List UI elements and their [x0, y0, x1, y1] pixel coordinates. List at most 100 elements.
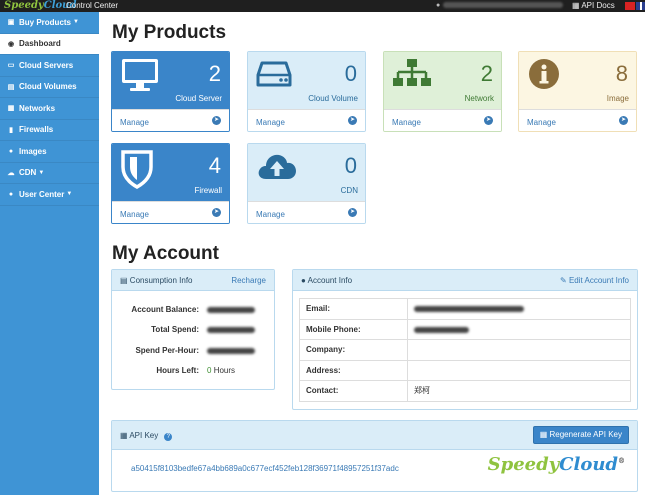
- arrow-right-icon: ➤: [212, 116, 221, 125]
- product-count: 2: [208, 61, 221, 86]
- product-label: Cloud Server: [175, 94, 222, 103]
- panel-title: Consumption Info: [129, 276, 193, 285]
- caret-down-icon: ▼: [38, 169, 45, 176]
- user-name-redacted: [443, 2, 564, 9]
- arrow-right-icon: ➤: [619, 116, 628, 125]
- row-value: 郑柯: [407, 380, 631, 402]
- product-count: 2: [480, 61, 493, 86]
- table-row: Email:: [299, 298, 631, 320]
- sidebar-item-label: Cloud Volumes: [19, 82, 77, 92]
- sidebar-item-buy-products[interactable]: ▣ Buy Products ▼: [0, 12, 99, 34]
- product-count: 4: [208, 153, 221, 178]
- shield-icon: ▮: [9, 126, 13, 134]
- arrow-right-icon: ➤: [484, 116, 493, 125]
- sidebar-item-label: Cloud Servers: [19, 60, 74, 70]
- row-key: Email:: [299, 298, 408, 320]
- sidebar-item-label: Firewalls: [19, 125, 54, 135]
- manage-link[interactable]: Manage ➤: [112, 109, 229, 131]
- table-row: Contact: 郑柯: [299, 380, 631, 402]
- arrow-right-icon: ➤: [348, 208, 357, 217]
- account-heading: My Account: [112, 243, 219, 264]
- caret-down-icon: ▼: [73, 19, 79, 26]
- recharge-link[interactable]: Recharge: [231, 276, 266, 285]
- logo-text-a: Speedy: [4, 0, 44, 11]
- monitor-icon: ▭: [7, 62, 15, 70]
- sidebar-item-dashboard[interactable]: ◉ Dashboard: [0, 33, 99, 55]
- manage-link[interactable]: Manage ➤: [384, 109, 501, 131]
- regenerate-api-key-label: Regenerate API Key: [549, 430, 623, 439]
- monitor-icon: [122, 59, 158, 91]
- product-count: 0: [344, 153, 357, 178]
- row-key: Contact:: [299, 380, 408, 402]
- sidebar-item-user-center[interactable]: ● User Center ▼: [0, 184, 99, 206]
- manage-link[interactable]: Manage ➤: [519, 109, 636, 131]
- row-key: Address:: [299, 359, 408, 381]
- dashboard-icon: ◉: [7, 40, 15, 48]
- manage-label: Manage: [120, 118, 149, 127]
- help-icon[interactable]: ?: [164, 433, 173, 441]
- disk-icon: ▤: [7, 83, 15, 91]
- shield-icon: [121, 150, 153, 189]
- sidebar-item-networks[interactable]: ▦ Networks: [0, 98, 99, 120]
- row-value: [203, 299, 270, 320]
- row-key: Mobile Phone:: [299, 318, 408, 340]
- hours-unit: Hours: [213, 366, 236, 376]
- redacted-value: [207, 327, 255, 334]
- row-key: Company:: [299, 339, 408, 361]
- redacted-value: [414, 326, 469, 333]
- product-card-firewall: 4 Firewall Manage ➤: [111, 143, 230, 224]
- manage-link[interactable]: Manage ➤: [112, 201, 229, 223]
- sidebar-item-cdn[interactable]: ☁ CDN ▼: [0, 163, 99, 184]
- panel-title: Account Info: [307, 276, 353, 285]
- manage-link[interactable]: Manage ➤: [248, 109, 365, 131]
- redacted-value: [414, 306, 524, 313]
- registered-mark: ®: [618, 456, 625, 465]
- product-label: Cloud Volume: [308, 94, 358, 103]
- manage-link[interactable]: Manage ➤: [248, 201, 365, 223]
- sidebar-item-cloud-servers[interactable]: ▭ Cloud Servers: [0, 55, 99, 77]
- product-card-image: 8 Image Manage ➤: [518, 51, 637, 132]
- flag-cn-icon[interactable]: [625, 2, 635, 10]
- panel-title: API Key: [129, 431, 159, 440]
- table-row: Company:: [299, 339, 631, 361]
- user-menu[interactable]: ●: [436, 0, 564, 12]
- row-value: [203, 320, 270, 341]
- consumption-table: Account Balance: Total Spend: Spend Per-…: [118, 299, 270, 381]
- product-label: Network: [464, 94, 494, 103]
- caret-down-icon: ▼: [66, 191, 73, 198]
- regenerate-api-key-button[interactable]: ▦ Regenerate API Key: [532, 426, 629, 444]
- info-icon: ●: [8, 147, 14, 155]
- row-value: [407, 339, 631, 361]
- info-icon: [529, 59, 559, 89]
- edit-icon: ✎: [560, 276, 567, 285]
- api-docs-link[interactable]: ▦ API Docs: [572, 0, 615, 12]
- flag-uk-icon[interactable]: [636, 2, 645, 10]
- product-card-cloud-server: 2 Cloud Server Manage ➤: [111, 51, 230, 132]
- sidebar-item-label: Dashboard: [19, 39, 61, 49]
- product-card-cdn: 0 CDN Manage ➤: [247, 143, 366, 224]
- consumption-info-panel: ▤ Consumption Info Recharge Account Bala…: [111, 269, 275, 390]
- user-icon: ●: [301, 276, 306, 285]
- user-icon: ●: [8, 190, 14, 198]
- table-row: Total Spend:: [118, 320, 270, 341]
- app-title: Control Center: [66, 1, 119, 10]
- cloud-icon: ☁: [7, 169, 15, 177]
- sitemap-icon: ▦: [572, 1, 580, 10]
- product-label: CDN: [340, 186, 358, 195]
- table-row: Address:: [299, 359, 631, 381]
- table-row: Mobile Phone:: [299, 318, 631, 340]
- sidebar-item-firewalls[interactable]: ▮ Firewalls: [0, 120, 99, 141]
- product-label: Image: [606, 94, 629, 103]
- cloud-upload-icon: [258, 154, 296, 179]
- sidebar-item-label: Buy Products: [19, 17, 72, 27]
- sitemap-icon: ▦: [539, 430, 548, 439]
- sidebar-item-cloud-volumes[interactable]: ▤ Cloud Volumes: [0, 77, 99, 98]
- manage-label: Manage: [256, 210, 285, 219]
- edit-account-info-link[interactable]: ✎ Edit Account Info: [560, 276, 629, 285]
- manage-label: Manage: [120, 210, 149, 219]
- arrow-right-icon: ➤: [348, 116, 357, 125]
- brand-logo: SpeedyCloud®: [488, 454, 625, 475]
- account-info-table: Email: Mobile Phone: Company: Address: C…: [299, 298, 631, 402]
- sidebar-item-images[interactable]: ● Images: [0, 141, 99, 163]
- api-key-value: a50415f8103bedfe67a4bb689a0c677ecf452feb…: [131, 464, 399, 473]
